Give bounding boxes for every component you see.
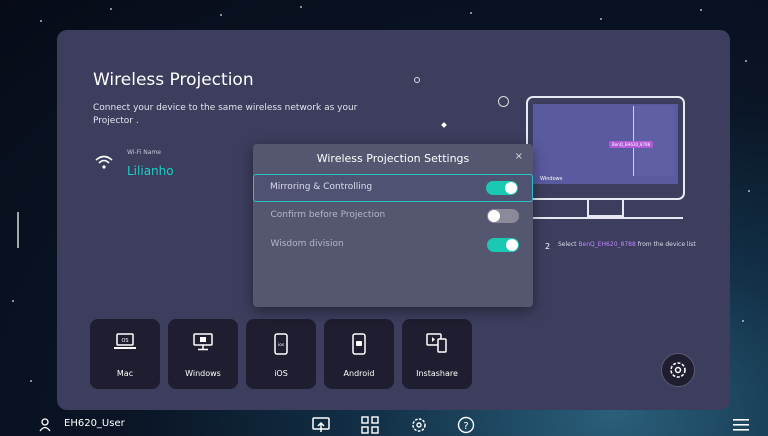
screen-share-icon[interactable] xyxy=(312,416,330,434)
option-wisdom-division[interactable]: Wisdom division xyxy=(255,232,533,258)
toggle-switch[interactable] xyxy=(486,181,518,195)
decor-circle xyxy=(498,96,509,107)
option-confirm-before-projection[interactable]: Confirm before Projection xyxy=(255,203,533,229)
device-tile-label: Android xyxy=(343,369,375,378)
monitor-illustration: Windows xyxy=(526,96,685,200)
close-icon[interactable]: × xyxy=(515,151,523,162)
option-label: Confirm before Projection xyxy=(270,210,386,220)
option-label: Mirroring & Controlling xyxy=(270,182,373,192)
toggle-knob xyxy=(505,239,518,251)
device-tile-label: Instashare xyxy=(416,369,458,378)
wifi-name-label: Wi-Fi Name xyxy=(127,149,161,156)
svg-text:OS: OS xyxy=(121,338,128,344)
page-subtitle: Connect your device to the same wireless… xyxy=(93,103,358,126)
option-label: Wisdom division xyxy=(270,239,344,249)
svg-text:ios: ios xyxy=(278,342,285,348)
settings-button[interactable] xyxy=(661,353,695,387)
device-tile-instashare[interactable]: Instashare xyxy=(402,319,472,389)
bottom-bar: EH620_User ? xyxy=(0,414,768,436)
wifi-icon xyxy=(95,155,113,169)
decor-circle xyxy=(414,77,420,83)
page-title: Wireless Projection xyxy=(93,70,254,90)
toggle-knob xyxy=(487,210,500,222)
windows-monitor-icon xyxy=(193,333,213,351)
dialog-title: Wireless Projection Settings xyxy=(316,152,470,165)
step-instruction: Select BenQ_EH620_8788 from the device l… xyxy=(558,241,696,248)
toggle-switch[interactable] xyxy=(486,209,519,223)
wifi-name-value: Lilianho xyxy=(127,164,174,178)
device-tile-label: Mac xyxy=(116,369,134,378)
windows-taskbar-label: Windows xyxy=(540,176,563,182)
instashare-icon xyxy=(426,333,447,353)
help-icon[interactable]: ? xyxy=(457,416,475,434)
svg-text:?: ? xyxy=(463,421,468,432)
ios-phone-icon: ios xyxy=(274,333,288,355)
monitor-stand xyxy=(587,199,624,217)
device-tile-ios[interactable]: ios iOS xyxy=(246,319,316,389)
device-list-item: BenQ_EH620_8788 xyxy=(609,141,654,148)
decor-diamond xyxy=(441,122,447,128)
option-mirroring-controlling[interactable]: Mirroring & Controlling xyxy=(253,174,533,202)
toggle-switch[interactable] xyxy=(486,238,519,252)
gear-icon xyxy=(670,362,686,378)
gear-icon[interactable] xyxy=(410,416,428,434)
user-icon xyxy=(39,418,51,432)
step-number: 2 xyxy=(545,242,551,251)
device-tile-label: iOS xyxy=(274,369,288,378)
mac-laptop-icon: OS xyxy=(114,333,136,349)
device-tile-mac[interactable]: OS Mac xyxy=(90,319,160,389)
apps-grid-icon[interactable] xyxy=(361,416,379,434)
side-drawer-handle[interactable] xyxy=(17,212,19,248)
device-tile-windows[interactable]: Windows xyxy=(168,319,238,389)
toggle-knob xyxy=(505,182,517,194)
android-phone-icon xyxy=(352,333,366,355)
device-tile-label: Windows xyxy=(185,369,221,378)
menu-icon[interactable] xyxy=(732,416,750,432)
user-name: EH620_User xyxy=(64,418,125,429)
step-device-name: BenQ_EH620_8788 xyxy=(578,241,636,248)
monitor-screen: Windows xyxy=(533,104,678,184)
desk-line xyxy=(527,217,683,219)
projection-settings-dialog: Wireless Projection Settings × Mirroring… xyxy=(253,144,533,307)
device-tile-android[interactable]: Android xyxy=(324,319,394,389)
